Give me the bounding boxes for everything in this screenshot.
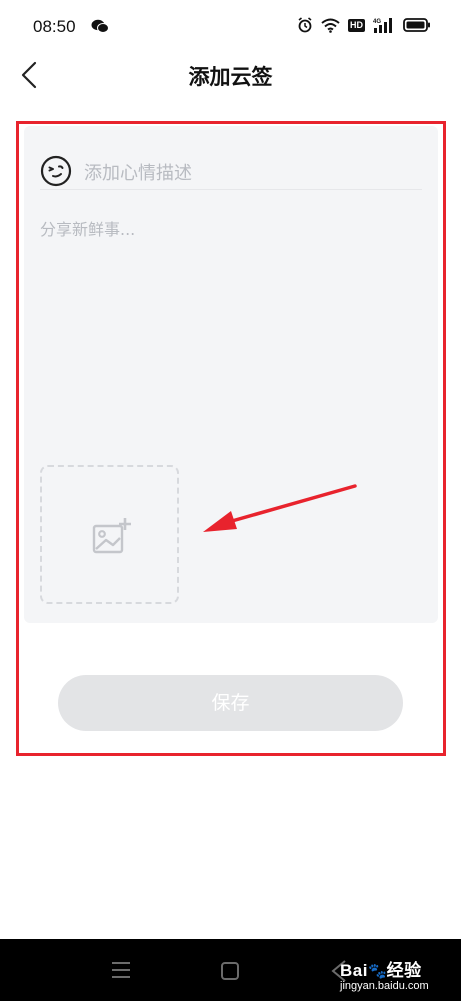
watermark: Bai🐾经验 jingyan.baidu.com — [340, 956, 429, 992]
page-title: 添加云签 — [188, 65, 273, 89]
save-button[interactable]: 保存 — [58, 675, 403, 731]
header: 添加云签 — [0, 56, 461, 96]
wifi-icon — [321, 18, 340, 33]
hd-icon: HD — [348, 18, 365, 32]
menu-icon[interactable] — [111, 961, 131, 979]
battery-icon — [403, 18, 430, 32]
watermark-brand: Bai — [340, 961, 368, 980]
wechat-icon — [91, 19, 109, 33]
watermark-suffix: 经验 — [386, 961, 422, 980]
status-icons: HD 4G — [297, 17, 431, 33]
nav-bar: Bai🐾经验 jingyan.baidu.com — [0, 939, 461, 1001]
alarm-icon — [298, 17, 312, 33]
status-time: 08:50 — [33, 17, 76, 36]
arrow-annotation-icon — [203, 484, 357, 532]
signal-icon: 4G — [373, 18, 392, 33]
paw-icon: 🐾 — [367, 963, 387, 980]
highlight-frame — [16, 121, 446, 756]
status-bar: 08:50 HD 4G — [0, 0, 461, 56]
network-type: 4G — [373, 19, 381, 25]
watermark-url: jingyan.baidu.com — [340, 980, 429, 992]
home-icon[interactable] — [221, 962, 239, 980]
